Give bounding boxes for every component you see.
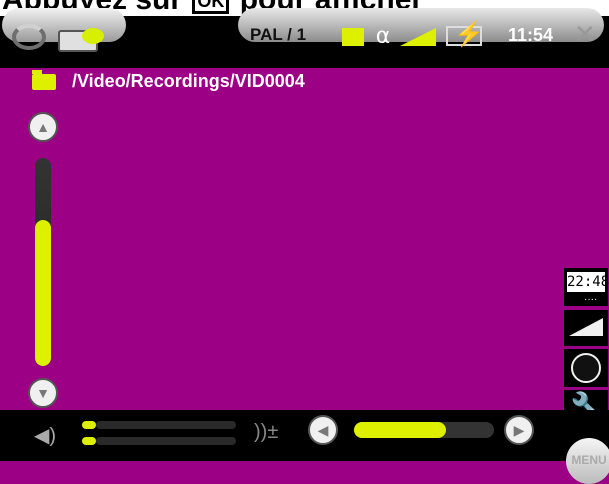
arrow-right-icon[interactable]: ▶: [504, 415, 534, 445]
ok-key-badge: OK: [192, 0, 230, 15]
cycle-icon[interactable]: [12, 24, 46, 50]
volume-vertical-fill: [35, 220, 51, 366]
volume-vertical-slider[interactable]: [35, 158, 51, 366]
arrow-down-icon[interactable]: ▼: [28, 378, 58, 408]
memory-card-icon[interactable]: [58, 28, 104, 52]
playback-progress-fill: [354, 422, 447, 438]
clock-icon: 22:48: [567, 272, 609, 292]
wedge-icon: [569, 318, 603, 336]
level-bar-bottom: [96, 437, 236, 445]
battery-charging-icon: ⚡: [446, 22, 488, 50]
square-icon: [342, 28, 364, 46]
headphone-icon: ⍺: [375, 23, 391, 48]
clock-button[interactable]: 22:48 ····: [564, 268, 609, 306]
volume-adjust-icon[interactable]: ))±: [254, 420, 278, 444]
display-mode-button[interactable]: [564, 310, 608, 346]
arrow-up-icon[interactable]: ▲: [28, 112, 58, 142]
level-bar-top: [96, 421, 236, 429]
record-button[interactable]: [564, 349, 608, 387]
file-path: /Video/Recordings/VID0004: [72, 71, 305, 91]
level-dot-bottom: [82, 437, 96, 445]
playback-progress-slider[interactable]: [354, 422, 494, 438]
close-icon[interactable]: ✕: [574, 20, 596, 48]
menu-button[interactable]: MENU: [566, 438, 609, 484]
level-dot-top: [82, 421, 96, 429]
folder-icon: [32, 70, 56, 90]
status-clock: 11:54: [508, 25, 554, 45]
arrow-left-icon[interactable]: ◀: [308, 415, 338, 445]
clock-dots: ····: [584, 294, 598, 305]
video-mode-label: PAL / 1: [250, 25, 307, 44]
record-icon: [571, 353, 601, 383]
speaker-icon[interactable]: ◀): [34, 424, 56, 448]
signal-icon: [400, 28, 436, 46]
